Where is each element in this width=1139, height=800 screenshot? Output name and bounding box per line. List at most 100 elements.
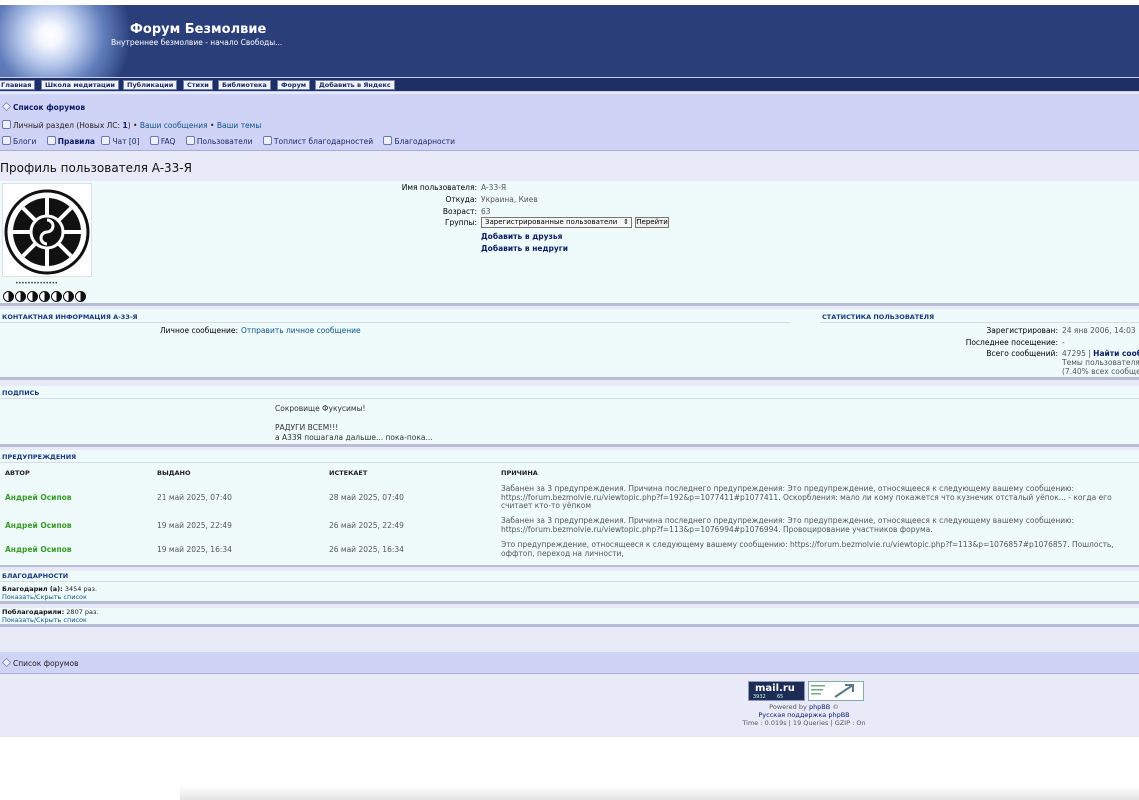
powered-by: Powered by phpBB © bbox=[699, 703, 909, 711]
registered-label: Зарегистрирован: bbox=[986, 326, 1058, 335]
members-label: Пользователи bbox=[196, 137, 253, 146]
age-label: Возраст: bbox=[442, 207, 477, 216]
thanks-received-count: 2807 раз. bbox=[66, 608, 99, 616]
mail-ru-counter-badge[interactable]: mail.ru 3932 65 bbox=[748, 681, 805, 701]
signature-line-3: а A33Я пошагала дальше... пока-пока... bbox=[275, 433, 433, 442]
warning-author[interactable]: Андрей Осипов bbox=[5, 493, 72, 502]
nav-forum[interactable]: Форум bbox=[277, 80, 311, 90]
username-label: Имя пользователя: bbox=[401, 183, 477, 192]
posts-percent: (7.40% всех сообщений bbox=[1062, 367, 1139, 376]
breadcrumb-forum-index-bottom[interactable]: Список форумов bbox=[13, 659, 79, 668]
nav-publications[interactable]: Публикации bbox=[123, 80, 178, 90]
stats-title: СТАТИСТИКА ПОЛЬЗОВАТЕЛЯ bbox=[822, 313, 935, 321]
personal-links: Личный раздел (Новых ЛС: 1) • Ваши сообщ… bbox=[2, 120, 261, 130]
info-icon bbox=[46, 136, 56, 145]
location-label: Откуда: bbox=[445, 195, 477, 204]
divider bbox=[0, 581, 1139, 582]
last-visit-value: - bbox=[1062, 338, 1065, 347]
warning-author[interactable]: Андрей Осипов bbox=[5, 545, 72, 554]
warning-issued: 19 май 2025, 16:34 bbox=[157, 545, 232, 554]
rank-yin-yang-icons bbox=[3, 287, 95, 302]
personal-section-label: Личный раздел (Новых ЛС: bbox=[13, 121, 123, 130]
signature-line-2: РАДУГИ ВСЕМ!!! bbox=[275, 423, 339, 432]
warning-reason: Забанен за 3 предупреждения. Причина пос… bbox=[501, 516, 1075, 534]
col-issued: ВЫДАНО bbox=[157, 469, 191, 477]
powered-by-label: Powered by bbox=[769, 703, 807, 711]
page-stats: Time : 0.019s | 19 Queries | GZIP : On bbox=[742, 719, 866, 727]
thanks-received: Поблагодарили: 2807 раз. bbox=[2, 608, 99, 616]
warnings-title: ПРЕДУПРЕЖДЕНИЯ bbox=[2, 453, 77, 461]
nav-poems[interactable]: Стихи bbox=[183, 80, 213, 90]
breadcrumb[interactable]: Список форумов bbox=[2, 102, 85, 112]
rules-link[interactable]: Правила bbox=[46, 136, 95, 146]
nav-home[interactable]: Главная bbox=[0, 80, 36, 90]
rank-stars: •••••••••••••• bbox=[15, 280, 58, 287]
breadcrumb-forum-index[interactable]: Список форумов bbox=[13, 103, 85, 112]
blogs-link[interactable]: Блоги bbox=[2, 136, 40, 146]
star-icon bbox=[262, 136, 272, 145]
your-posts-link[interactable]: Ваши сообщения bbox=[140, 121, 208, 130]
col-reason: ПРИЧИНА bbox=[501, 469, 538, 477]
top-nav: Главная Школа медитации Публикации Стихи… bbox=[0, 77, 1139, 92]
toggle-received-list[interactable]: Показать/Скрыть список bbox=[2, 616, 87, 624]
separator: • bbox=[133, 121, 138, 130]
members-link[interactable]: Пользователи bbox=[185, 136, 257, 146]
nav-add-yandex[interactable]: Добавить в Яндекс bbox=[315, 80, 395, 90]
go-button[interactable]: Перейти bbox=[635, 217, 669, 228]
toggle-given-list[interactable]: Показать/Скрыть список bbox=[2, 593, 87, 601]
site-description: Внутреннее безмолвие - начало Свободы... bbox=[111, 38, 283, 47]
pm-label: Личное сообщение: bbox=[160, 326, 238, 335]
nav-library[interactable]: Библиотека bbox=[218, 80, 271, 90]
col-expires: ИСТЕКАЕТ bbox=[329, 469, 368, 477]
groups-select[interactable]: Зарегистрированные пользователи ⇕ bbox=[481, 217, 632, 228]
add-foe-link[interactable]: Добавить в недруги bbox=[481, 244, 568, 253]
your-topics-link[interactable]: Ваши темы bbox=[217, 121, 261, 130]
russian-support-link[interactable]: Русская поддержка phpBB bbox=[699, 711, 909, 719]
thumbs-up-icon bbox=[383, 136, 393, 145]
user-icon bbox=[2, 120, 11, 129]
mail-ru-count-1: 3932 bbox=[753, 694, 766, 700]
warning-reason: Забанен за 3 предупреждения. Причина пос… bbox=[501, 484, 1112, 510]
breadcrumb-bottom[interactable]: Список форумов bbox=[2, 658, 79, 668]
personal-section-link[interactable]: Личный раздел (Новых ЛС: 1) bbox=[13, 121, 131, 130]
thanks-given: Благодарил (а): 3454 раз. bbox=[2, 585, 97, 593]
warning-reason: Это предупреждение, относящееся к следую… bbox=[501, 540, 1114, 558]
thanks-toplist-label: Топлист благодарностей bbox=[273, 137, 374, 146]
stats-counter-badge[interactable] bbox=[808, 681, 864, 701]
username-value: A-33-Я bbox=[481, 183, 507, 192]
site-title[interactable]: Форум Безмолвие bbox=[130, 22, 266, 37]
thanks-link[interactable]: Благодарности bbox=[383, 136, 458, 146]
bottom-navigation bbox=[0, 652, 1139, 674]
nav-meditation-school[interactable]: Школа медитации bbox=[41, 80, 119, 90]
add-friend-link[interactable]: Добавить в друзья bbox=[481, 232, 562, 241]
warning-issued: 19 май 2025, 22:49 bbox=[157, 521, 232, 530]
page-title: Профиль пользователя A-33-Я bbox=[0, 161, 192, 175]
chat-link[interactable]: Чат [0] bbox=[101, 136, 143, 146]
total-posts-count: 47295 | bbox=[1062, 349, 1091, 358]
last-visit-label: Последнее посещение: bbox=[965, 338, 1058, 347]
chevron-updown-icon: ⇕ bbox=[623, 218, 629, 226]
user-topics-link[interactable]: Темы пользователя: bbox=[1062, 358, 1139, 367]
thanks-received-label: Поблагодарили: bbox=[2, 608, 65, 616]
send-pm-link[interactable]: Отправить личное сообщение bbox=[241, 326, 361, 335]
warning-expires: 26 май 2025, 22:49 bbox=[329, 521, 404, 530]
blog-icon bbox=[2, 136, 11, 145]
mail-ru-counts: 3932 65 bbox=[753, 694, 783, 700]
avatar bbox=[2, 183, 92, 277]
phpbb-link[interactable]: phpBB bbox=[809, 703, 830, 711]
warning-issued: 21 май 2025, 07:40 bbox=[157, 493, 232, 502]
thanks-label: Благодарности bbox=[394, 137, 455, 146]
registered-value: 24 янв 2006, 14:03 bbox=[1062, 326, 1136, 335]
home-icon bbox=[2, 658, 11, 667]
thanks-toplist-link[interactable]: Топлист благодарностей bbox=[262, 136, 377, 146]
faq-link[interactable]: FAQ bbox=[149, 136, 180, 146]
personal-section-suffix: ) bbox=[127, 121, 131, 130]
warning-author[interactable]: Андрей Осипов bbox=[5, 521, 72, 530]
signature-panel bbox=[0, 386, 1139, 447]
blogs-label: Блоги bbox=[13, 137, 37, 146]
contact-title: КОНТАКТНАЯ ИНФОРМАЦИЯ A-33-Я bbox=[2, 313, 138, 321]
warning-expires: 26 май 2025, 16:34 bbox=[329, 545, 404, 554]
copyright-sign: © bbox=[832, 703, 839, 711]
find-posts-link[interactable]: Найти сообщения bbox=[1093, 349, 1139, 358]
quick-links: Блоги Правила Чат [0] FAQ Пользователи Т… bbox=[2, 136, 463, 146]
